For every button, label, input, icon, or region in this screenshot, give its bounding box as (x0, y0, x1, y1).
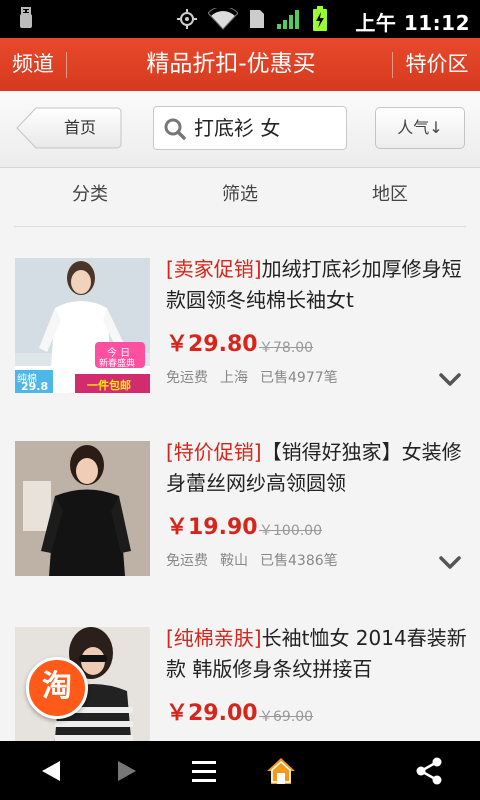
product-title[interactable]: [卖家促销]加绒打底衫加厚修身短款圆领冬纯棉长袖女t (166, 254, 471, 326)
shipping-info: 免运费 (166, 553, 208, 569)
nav-forward-button[interactable] (97, 741, 157, 800)
product-tag: [纯棉亲肤] (166, 627, 262, 650)
usb-icon (20, 7, 32, 28)
product-meta: 免运费 鞍山 已售4386笔 (166, 550, 350, 570)
forward-arrow-icon (118, 760, 136, 781)
product-tag: [特价促销] (166, 440, 262, 464)
sold-count: 已售4386笔 (260, 553, 338, 569)
divider (14, 226, 466, 227)
shipping-info: 免运费 (166, 370, 208, 386)
chevron-down-icon[interactable] (438, 555, 462, 571)
original-price: ￥78.00 (259, 340, 314, 356)
product-title[interactable]: [特价促销]【销得好独家】女装修身蕾丝网纱高领圆领 (166, 437, 471, 509)
image-sticker-bottom: 新春盛典 (99, 359, 136, 369)
clock: 上午 11:12 (355, 11, 470, 35)
taobao-badge[interactable]: 淘 (26, 657, 88, 719)
nav-share-button[interactable] (399, 741, 459, 800)
seller-location: 上海 (220, 370, 248, 386)
status-bar: 上午 11:12 (0, 0, 480, 38)
product-price: ￥29.00 (166, 701, 258, 726)
sold-count: 已售4977笔 (260, 370, 338, 386)
filter-region[interactable]: 地区 (330, 168, 450, 222)
search-input[interactable]: 打底衫 女 (153, 106, 347, 150)
image-promo: 一件包邮 (87, 379, 131, 392)
wifi-icon (208, 8, 238, 30)
title-bar: 频道 精品折扣-优惠买 特价区 (0, 38, 480, 91)
search-icon (164, 118, 186, 140)
product-price: ￥29.80 (166, 332, 258, 357)
back-button-label: 首页 (63, 118, 96, 137)
filter-options[interactable]: 筛选 (180, 168, 300, 222)
product-price: ￥19.90 (166, 515, 258, 540)
divider (66, 52, 67, 78)
original-price: ￥69.00 (259, 709, 314, 725)
original-price: ￥100.00 (259, 523, 322, 539)
special-offers-button[interactable]: 特价区 (394, 38, 480, 91)
battery-charging-icon (313, 6, 327, 31)
divider (392, 52, 393, 78)
product-image[interactable]: 纯棉 29.8 今 日 新春盛典 一件包邮 (15, 258, 150, 393)
chevron-down-icon[interactable] (438, 372, 462, 388)
sd-card-icon (250, 10, 264, 28)
image-price-tag: 29.8 (21, 380, 49, 393)
share-icon (416, 757, 442, 784)
nav-back-button[interactable] (21, 741, 81, 800)
page-title: 精品折扣-优惠买 (146, 51, 316, 77)
product-title[interactable]: [纯棉亲肤]长袖t恤女 2014春装新款 韩版修身条纹拼接百 (166, 627, 471, 695)
nav-home-button[interactable] (251, 741, 311, 800)
back-arrow-icon (42, 760, 60, 781)
filter-bar: 分类 筛选 地区 (0, 168, 480, 222)
search-bar: 首页 打底衫 女 人气↓ (0, 91, 480, 168)
product-meta: 免运费 上海 已售4977笔 (166, 367, 350, 387)
sort-by-popularity-button[interactable]: 人气↓ (375, 107, 465, 149)
bottom-nav (0, 741, 480, 800)
price-row: ￥19.90 ￥100.00 (166, 512, 322, 544)
signal-icon (277, 10, 299, 29)
seller-location: 鞍山 (220, 553, 248, 569)
home-back-button[interactable]: 首页 (16, 107, 122, 149)
product-image[interactable] (15, 441, 150, 576)
home-icon (267, 757, 295, 784)
location-icon (177, 9, 197, 29)
price-row: ￥29.80 ￥78.00 (166, 329, 313, 361)
product-item[interactable]: 纯棉 29.8 今 日 新春盛典 一件包邮 [卖家促销]加绒打底衫加厚修身短款圆… (0, 257, 480, 418)
product-tag: [卖家促销] (166, 257, 262, 281)
product-item[interactable]: [特价促销]【销得好独家】女装修身蕾丝网纱高领圆领 ￥19.90 ￥100.00… (0, 440, 480, 601)
filter-category[interactable]: 分类 (30, 168, 150, 222)
nav-menu-button[interactable] (174, 741, 234, 800)
price-row: ￥29.00 ￥69.00 (166, 698, 313, 730)
channel-button[interactable]: 频道 (0, 38, 66, 91)
search-query: 打底衫 女 (194, 116, 281, 140)
menu-icon (192, 760, 216, 782)
